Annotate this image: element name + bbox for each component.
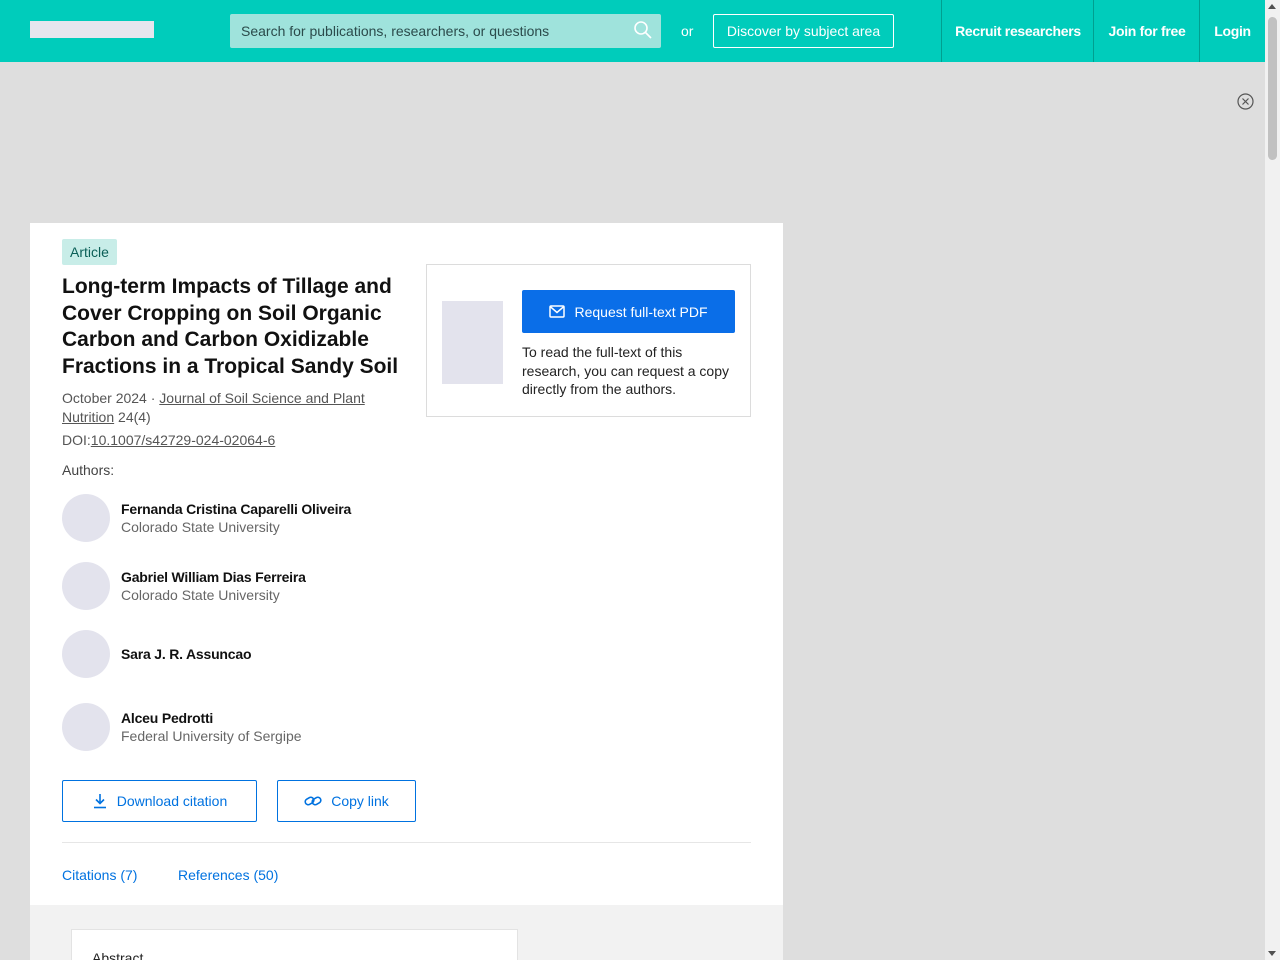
author-name[interactable]: Alceu Pedrotti	[121, 710, 213, 726]
discover-by-subject-button[interactable]: Discover by subject area	[713, 14, 894, 48]
author-affiliation: Colorado State University	[121, 587, 280, 603]
pdf-thumbnail	[442, 301, 503, 384]
login-link[interactable]: Login	[1199, 0, 1265, 62]
author-affiliation: Federal University of Sergipe	[121, 728, 302, 744]
doi-label: DOI:	[62, 432, 91, 448]
article-title: Long-term Impacts of Tillage and Cover C…	[62, 275, 399, 378]
article-type-badge: Article	[62, 239, 117, 265]
doi-link[interactable]: 10.1007/s42729-024-02064-6	[91, 432, 276, 448]
copy-link-label: Copy link	[331, 793, 389, 809]
scroll-up-arrow-icon[interactable]	[1268, 4, 1276, 9]
download-citation-label: Download citation	[116, 793, 228, 809]
abstract-panel: Abstract	[71, 929, 518, 960]
author-affiliation: Colorado State University	[121, 519, 280, 535]
recruit-researchers-link[interactable]: Recruit researchers	[941, 0, 1094, 62]
request-fulltext-button[interactable]: Request full-text PDF	[522, 290, 735, 333]
content-section: Abstract	[30, 905, 783, 960]
mail-icon	[549, 305, 566, 318]
tab-citations[interactable]: Citations (7)	[62, 867, 137, 883]
close-ad-icon[interactable]	[1237, 93, 1254, 110]
researchgate-logo[interactable]	[30, 21, 154, 38]
download-icon	[93, 794, 106, 809]
top-navigation-bar: Search for publications, researchers, or…	[0, 0, 1265, 62]
download-citation-button[interactable]: Download citation	[62, 780, 257, 822]
authors-label: Authors:	[62, 462, 115, 478]
author-name[interactable]: Sara J. R. Assuncao	[121, 646, 251, 662]
tab-references[interactable]: References (50)	[178, 867, 278, 883]
publication-meta: October 2024 · Journal of Soil Science a…	[62, 389, 402, 427]
author-name[interactable]: Fernanda Cristina Caparelli Oliveira	[121, 501, 351, 517]
request-fulltext-label: Request full-text PDF	[574, 303, 708, 320]
abstract-heading: Abstract	[92, 950, 144, 960]
scrollbar-thumb[interactable]	[1268, 17, 1277, 160]
avatar[interactable]	[62, 703, 110, 751]
avatar[interactable]	[62, 562, 110, 610]
author-item[interactable]: Sara J. R. Assuncao	[62, 630, 422, 678]
copy-link-button[interactable]: Copy link	[277, 780, 416, 822]
section-divider	[62, 842, 751, 843]
scroll-down-arrow-icon[interactable]	[1268, 951, 1276, 956]
search-input[interactable]: Search for publications, researchers, or…	[230, 14, 661, 48]
author-item[interactable]: Gabriel William Dias Ferreira Colorado S…	[62, 562, 422, 610]
avatar[interactable]	[62, 630, 110, 678]
author-item[interactable]: Alceu Pedrotti Federal University of Ser…	[62, 703, 422, 751]
article-card: Article Long-term Impacts of Tillage and…	[30, 223, 783, 960]
request-fulltext-panel: Request full-text PDF To read the full-t…	[426, 264, 751, 417]
link-icon	[304, 796, 322, 806]
request-description: To read the full-text of this research, …	[522, 344, 730, 397]
vertical-scrollbar[interactable]	[1265, 0, 1280, 960]
author-item[interactable]: Fernanda Cristina Caparelli Oliveira Col…	[62, 494, 422, 542]
avatar[interactable]	[62, 494, 110, 542]
join-for-free-link[interactable]: Join for free	[1093, 0, 1200, 62]
or-separator: or	[681, 23, 694, 39]
search-placeholder: Search for publications, researchers, or…	[241, 23, 550, 39]
journal-volume: 24(4)	[114, 409, 151, 425]
doi-row: DOI:10.1007/s42729-024-02064-6	[62, 432, 275, 448]
publication-date: October 2024 ·	[62, 390, 160, 406]
author-name[interactable]: Gabriel William Dias Ferreira	[121, 569, 306, 585]
search-icon[interactable]	[633, 20, 653, 40]
